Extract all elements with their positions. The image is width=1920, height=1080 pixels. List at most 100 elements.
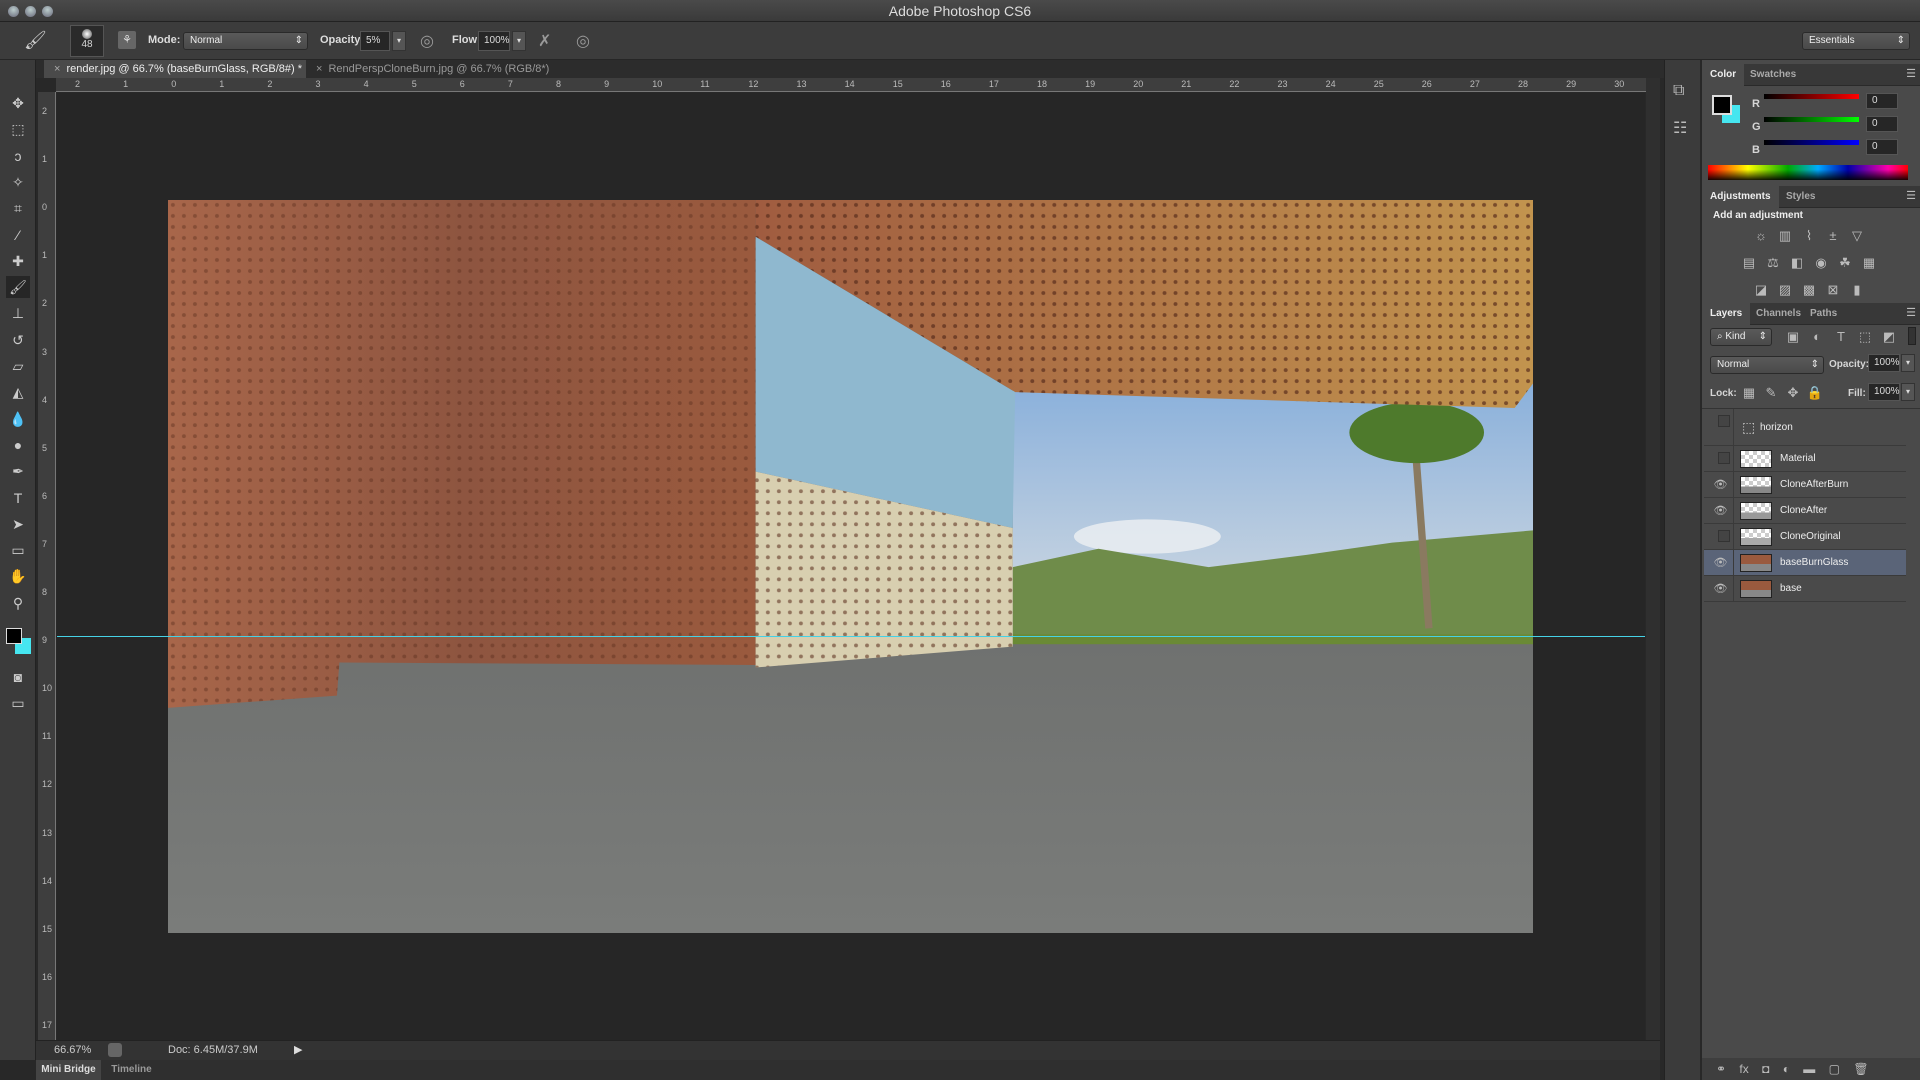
eraser-icon[interactable]: ▱ <box>6 355 30 377</box>
link-layers-icon[interactable]: ⚭ <box>1716 1062 1726 1076</box>
vibrance-icon[interactable]: ▽ <box>1848 228 1866 244</box>
blend-mode-select[interactable]: Normal ⇕ <box>1710 356 1824 374</box>
eye-icon[interactable]: 👁 <box>1708 498 1734 523</box>
filter-smart-object-icon[interactable]: ◩ <box>1880 329 1898 345</box>
eye-icon[interactable]: 👁 <box>1708 550 1734 575</box>
g-slider[interactable] <box>1764 117 1859 122</box>
channel-mixer-icon[interactable]: ☘ <box>1836 255 1854 271</box>
pen-icon[interactable]: ✒ <box>6 460 30 482</box>
zoom-window-button[interactable] <box>42 6 53 17</box>
visibility-toggle[interactable] <box>1708 524 1734 549</box>
panel-menu-icon[interactable]: ☰ <box>1906 189 1916 202</box>
zoom-level[interactable]: 66.67% <box>54 1044 91 1056</box>
eye-icon[interactable]: 👁 <box>1708 472 1734 497</box>
tab-styles[interactable]: Styles <box>1778 186 1823 208</box>
tab-timeline[interactable]: Timeline <box>104 1060 159 1080</box>
tab-adjustments[interactable]: Adjustments <box>1702 186 1779 208</box>
tab-color[interactable]: Color <box>1702 64 1745 86</box>
tab-channels[interactable]: Channels <box>1748 303 1809 325</box>
lasso-icon[interactable]: ↄ <box>6 145 30 167</box>
lock-image-icon[interactable]: ✎ <box>1762 385 1780 401</box>
opacity-input[interactable]: 5% <box>360 31 390 51</box>
selective-color-icon[interactable]: ⊠ <box>1824 282 1842 298</box>
brightness-contrast-icon[interactable]: ☼ <box>1752 228 1770 244</box>
clone-stamp-icon[interactable]: ⊥ <box>6 302 30 324</box>
tab-layers[interactable]: Layers <box>1702 303 1751 325</box>
filter-pixel-icon[interactable]: ▣ <box>1784 329 1802 345</box>
layer-row-cloneafter[interactable]: 👁 CloneAfter <box>1704 498 1906 524</box>
tab-render[interactable]: × render.jpg @ 66.7% (baseBurnGlass, RGB/… <box>44 60 306 78</box>
panel-menu-icon[interactable]: ☰ <box>1906 67 1916 80</box>
properties-icon[interactable]: ☷ <box>1673 118 1687 138</box>
path-selection-icon[interactable]: ➤ <box>6 513 30 535</box>
add-mask-icon[interactable]: ◘ <box>1762 1062 1769 1076</box>
black-white-icon[interactable]: ◧ <box>1788 255 1806 271</box>
hue-saturation-icon[interactable]: ▤ <box>1740 255 1758 271</box>
marquee-icon[interactable]: ⬚ <box>6 118 30 140</box>
history-brush-icon[interactable]: ↺ <box>6 329 30 351</box>
foreground-color-swatch[interactable] <box>6 628 22 644</box>
invert-icon[interactable]: ◪ <box>1752 282 1770 298</box>
threshold-icon[interactable]: ▩ <box>1800 282 1818 298</box>
fill-input[interactable]: 100% <box>1868 383 1900 401</box>
layer-row-cloneafterburn[interactable]: 👁 CloneAfterBurn <box>1704 472 1906 498</box>
hand-icon[interactable]: ✋ <box>6 565 30 587</box>
layer-row-baseburnglass[interactable]: 👁 baseBurnGlass <box>1704 550 1906 576</box>
layer-row-horizon[interactable]: ⬚ horizon <box>1704 409 1906 446</box>
export-icon[interactable] <box>108 1043 122 1057</box>
close-window-button[interactable] <box>8 6 19 17</box>
flow-input[interactable]: 100% <box>478 31 510 51</box>
layer-row-material[interactable]: Material <box>1704 446 1906 472</box>
screen-mode-icon[interactable]: ▭ <box>6 692 30 714</box>
lock-position-icon[interactable]: ✥ <box>1784 385 1802 401</box>
brush-panel-toggle-icon[interactable]: ⚘ <box>118 31 136 49</box>
opacity-dropdown[interactable]: ▾ <box>392 31 406 51</box>
brush-preset-picker[interactable]: 48 <box>70 25 104 57</box>
blur-icon[interactable]: 💧 <box>6 408 30 430</box>
tab-paths[interactable]: Paths <box>1802 303 1845 325</box>
flow-dropdown[interactable]: ▾ <box>512 31 526 51</box>
airbrush-icon[interactable]: ✗ <box>538 31 551 51</box>
dodge-icon[interactable]: ● <box>6 434 30 456</box>
color-balance-icon[interactable]: ⚖ <box>1764 255 1782 271</box>
g-input[interactable]: 0 <box>1866 116 1898 132</box>
layer-row-base[interactable]: 👁 base <box>1704 576 1906 602</box>
tab-swatches[interactable]: Swatches <box>1742 64 1804 86</box>
crop-icon[interactable]: ⌗ <box>6 197 30 219</box>
workspace-select[interactable]: Essentials ⇕ <box>1802 32 1910 50</box>
posterize-icon[interactable]: ▨ <box>1776 282 1794 298</box>
move-icon[interactable]: ✥ <box>6 92 30 114</box>
color-foreground-swatch[interactable] <box>1712 95 1732 115</box>
curves-icon[interactable]: ⌇ <box>1800 228 1818 244</box>
lock-transparent-icon[interactable]: ▦ <box>1740 385 1758 401</box>
new-adjustment-icon[interactable]: ◐ <box>1783 1062 1790 1076</box>
panel-menu-icon[interactable]: ☰ <box>1906 306 1916 319</box>
photo-filter-icon[interactable]: ◉ <box>1812 255 1830 271</box>
layer-filter-select[interactable]: ⌕ Kind ⇕ <box>1710 328 1772 346</box>
pressure-opacity-icon[interactable]: ◎ <box>420 31 434 51</box>
eye-icon[interactable]: 👁 <box>1708 576 1734 601</box>
paint-bucket-icon[interactable]: ◭ <box>6 381 30 403</box>
history-icon[interactable]: ⧉ <box>1673 82 1684 100</box>
healing-brush-icon[interactable]: ✚ <box>6 250 30 272</box>
document-image[interactable] <box>168 200 1533 933</box>
brush-tool-icon[interactable]: 🖌 <box>24 30 47 51</box>
r-input[interactable]: 0 <box>1866 93 1898 109</box>
filter-shape-icon[interactable]: ⬚ <box>1856 329 1874 345</box>
magic-wand-icon[interactable]: ✧ <box>6 171 30 193</box>
filter-adjustment-icon[interactable]: ◐ <box>1808 329 1826 345</box>
filter-type-icon[interactable]: T <box>1832 329 1850 345</box>
minimize-window-button[interactable] <box>25 6 36 17</box>
vertical-scrollbar[interactable] <box>1646 78 1660 1040</box>
exposure-icon[interactable]: ± <box>1824 228 1842 244</box>
color-lookup-icon[interactable]: ▦ <box>1860 255 1878 271</box>
r-slider[interactable] <box>1764 94 1859 99</box>
layer-row-cloneoriginal[interactable]: CloneOriginal <box>1704 524 1906 550</box>
fx-icon[interactable]: fx <box>1739 1062 1748 1076</box>
levels-icon[interactable]: ▥ <box>1776 228 1794 244</box>
zoom-icon[interactable]: ⚲ <box>6 592 30 614</box>
new-group-icon[interactable]: ▬ <box>1803 1062 1815 1076</box>
color-spectrum[interactable] <box>1708 165 1908 180</box>
delete-layer-icon[interactable]: 🗑 <box>1853 1062 1868 1076</box>
b-slider[interactable] <box>1764 140 1859 145</box>
